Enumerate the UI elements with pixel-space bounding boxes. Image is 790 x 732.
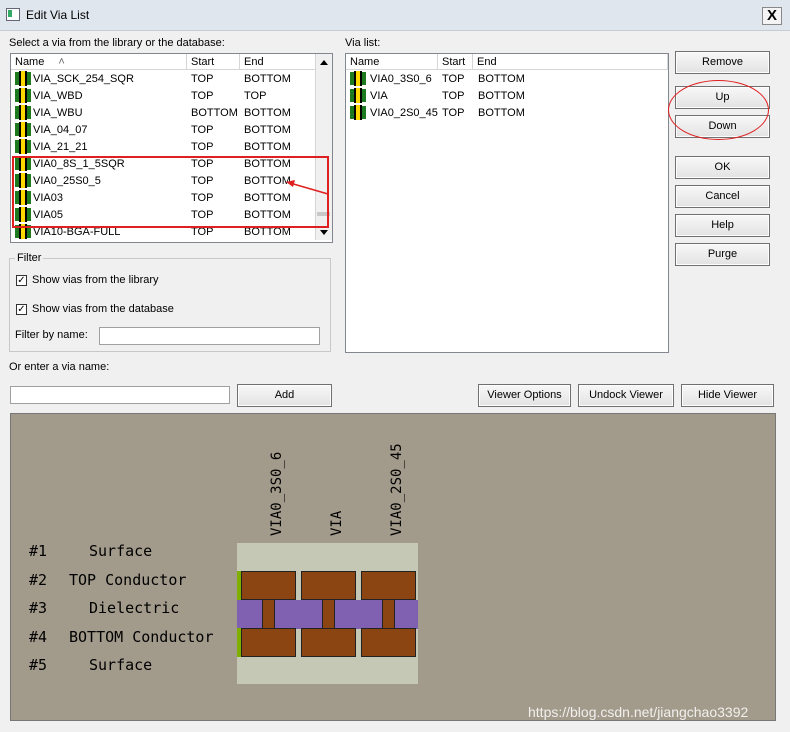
top-conductor-pad (301, 571, 356, 600)
top-conductor-pad (361, 571, 416, 600)
library-header-end[interactable]: End (240, 54, 316, 70)
app-icon (6, 8, 20, 21)
layer-number: #4 (29, 627, 48, 646)
filter-by-name-label: Filter by name: (15, 329, 88, 341)
via-icon (15, 71, 31, 86)
via-list-cell-name: VIA0_2S0_45 (370, 107, 438, 119)
layer-number: #2 (29, 570, 48, 589)
remove-button[interactable]: Remove (675, 51, 770, 74)
layer-name: Dielectric (89, 599, 180, 617)
library-cell-start: TOP (191, 73, 214, 85)
via-icon (350, 88, 366, 103)
via-name-input[interactable] (10, 386, 230, 404)
top-conductor-pad (241, 571, 296, 600)
bottom-conductor-pad (301, 628, 356, 657)
check-icon: ✓ (17, 304, 26, 315)
layer-number: #5 (29, 656, 48, 674)
library-cell-name: VIA_21_21 (33, 141, 88, 153)
viewer-options-button[interactable]: Viewer Options (478, 384, 571, 407)
show-database-label: Show vias from the database (32, 303, 174, 315)
via-icon (350, 105, 366, 120)
filter-by-name-input[interactable] (99, 327, 320, 345)
check-icon: ✓ (17, 275, 26, 286)
via-header-end[interactable]: End (473, 54, 668, 70)
via-list-cell-start: TOP (442, 90, 465, 102)
via-list-cell-start: TOP (442, 107, 465, 119)
watermark: https://blog.csdn.net/jiangchao3392 (528, 704, 749, 720)
library-cell-end: BOTTOM (244, 107, 291, 119)
via-list-cell-start: TOP (442, 73, 465, 85)
ok-button[interactable]: OK (675, 156, 770, 179)
via-icon (15, 139, 31, 154)
cancel-button[interactable]: Cancel (675, 185, 770, 208)
show-library-checkbox[interactable]: ✓ (16, 275, 27, 286)
close-button[interactable]: X (762, 7, 782, 25)
library-cell-end: BOTTOM (244, 124, 291, 136)
via-drill (262, 600, 275, 628)
library-cell-end: BOTTOM (244, 141, 291, 153)
highlight-ellipse (668, 80, 769, 140)
viewer-via-label: VIA0_2S0_45 (389, 443, 405, 536)
enter-via-label: Or enter a via name: (9, 361, 110, 373)
via-list-cell-end: BOTTOM (478, 90, 525, 102)
layer-number: #3 (29, 599, 48, 617)
viewer-via-label: VIA (329, 510, 345, 536)
via-icon (15, 88, 31, 103)
library-header-start[interactable]: Start (187, 54, 240, 70)
via-list-label: Via list: (345, 37, 381, 49)
via-drill (382, 600, 395, 628)
via-viewer[interactable]: VIA0_3S0_6 VIA VIA0_2S0_45 #1 Surface #2 TOP … (10, 413, 776, 721)
via-list-cell-name: VIA (370, 90, 388, 102)
via-icon (15, 122, 31, 137)
library-cell-start: TOP (191, 141, 214, 153)
purge-button[interactable]: Purge (675, 243, 770, 266)
pad-edge (237, 571, 241, 600)
layer-name: BOTTOM Conductor (69, 627, 214, 646)
library-cell-start: TOP (191, 90, 214, 102)
highlight-arrow-icon (286, 180, 329, 195)
add-button[interactable]: Add (237, 384, 332, 407)
via-drill (322, 600, 335, 628)
pad-edge (237, 628, 241, 657)
library-cell-name: VIA_WBU (33, 107, 83, 119)
via-list-cell-end: BOTTOM (478, 107, 525, 119)
via-header-start[interactable]: Start (438, 54, 473, 70)
help-button[interactable]: Help (675, 214, 770, 237)
layer-name: Surface (89, 656, 153, 674)
layer-name: Surface (89, 542, 153, 560)
show-library-label: Show vias from the library (32, 274, 159, 286)
bottom-conductor-pad (361, 628, 416, 657)
scroll-up-icon[interactable] (320, 60, 328, 65)
via-icon (350, 71, 366, 86)
viewer-via-label: VIA0_3S0_6 (269, 451, 285, 536)
layer-name: TOP Conductor (69, 570, 187, 589)
library-cell-name: VIA_SCK_254_SQR (33, 73, 134, 85)
library-header-name[interactable]: Name ˄ (11, 54, 187, 70)
window-title: Edit Via List (26, 8, 90, 22)
undock-viewer-button[interactable]: Undock Viewer (578, 384, 674, 407)
bottom-conductor-pad (241, 628, 296, 657)
library-list-label: Select a via from the library or the dat… (9, 37, 225, 49)
library-cell-name: VIA_04_07 (33, 124, 88, 136)
via-header-name[interactable]: Name (346, 54, 438, 70)
title-bar: Edit Via List X (0, 0, 790, 31)
hide-viewer-button[interactable]: Hide Viewer (681, 384, 774, 407)
library-cell-name: VIA_WBD (33, 90, 83, 102)
via-list[interactable]: Name Start End VIA0_3S0_6 TOP BOTTOM VIA TOP… (345, 53, 669, 353)
layer-number: #1 (29, 542, 48, 560)
via-list-cell-end: BOTTOM (478, 73, 525, 85)
library-cell-end: TOP (244, 90, 267, 102)
library-cell-start: TOP (191, 124, 214, 136)
show-database-checkbox[interactable]: ✓ (16, 304, 27, 315)
library-cell-end: BOTTOM (244, 73, 291, 85)
via-icon (15, 105, 31, 120)
library-cell-start: BOTTOM (191, 107, 238, 119)
filter-group-title: Filter (15, 252, 44, 264)
via-list-cell-name: VIA0_3S0_6 (370, 73, 432, 85)
scroll-down-icon[interactable] (320, 230, 328, 235)
